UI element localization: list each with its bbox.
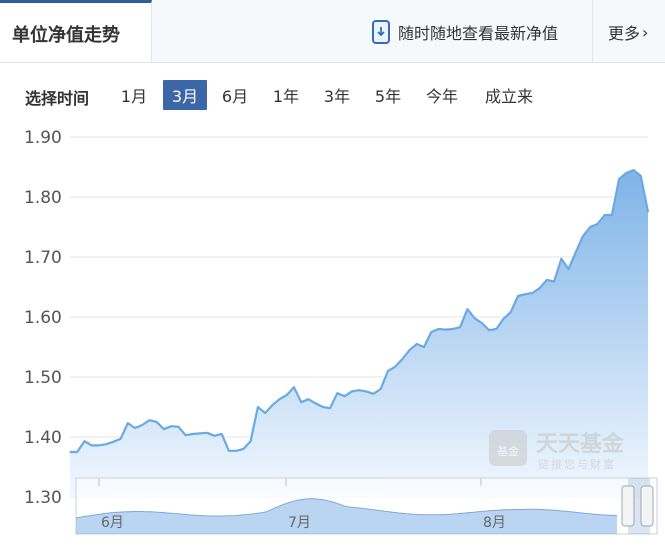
navigator-label: 8月 (483, 515, 506, 531)
nav-chart: 1.90 1.80 1.70 1.60 1.50 1.40 1.30 基金 天天基金链接您与财富… (24, 128, 658, 535)
data-point (372, 393, 374, 395)
data-point (575, 251, 577, 253)
data-point (474, 317, 476, 319)
data-point (69, 451, 71, 453)
data-point (235, 450, 237, 452)
navigator-label: 6月 (101, 515, 124, 531)
data-point (596, 223, 599, 225)
data-point (286, 394, 288, 396)
data-point (437, 328, 440, 330)
watermark-logo-text: 基金 (497, 444, 519, 458)
data-point (380, 388, 382, 390)
y-tick-label: 1.30 (24, 488, 62, 508)
data-point (488, 329, 490, 331)
data-point (199, 432, 201, 434)
data-point (127, 422, 129, 424)
watermark: 基金 天天基金链接您与财富 (489, 430, 625, 471)
data-point (416, 343, 418, 345)
data-point (560, 258, 562, 260)
data-point (647, 211, 649, 213)
watermark-slogan: 链接您与财富 (538, 457, 616, 471)
data-point (293, 386, 295, 388)
data-point (632, 169, 635, 171)
navigator-handle-left[interactable] (621, 485, 635, 527)
data-point (618, 178, 620, 180)
data-point (546, 279, 548, 281)
data-point (315, 402, 317, 404)
data-point (177, 426, 179, 428)
y-tick-label: 1.90 (24, 128, 62, 148)
data-point (91, 444, 93, 446)
data-point (351, 390, 353, 392)
data-point (409, 349, 411, 351)
data-point (336, 392, 338, 394)
data-point (531, 292, 534, 294)
y-tick-label: 1.50 (24, 368, 62, 388)
data-point (76, 451, 78, 453)
data-point (278, 398, 281, 400)
data-point (250, 440, 252, 442)
data-point (625, 172, 627, 174)
data-point (466, 308, 468, 310)
data-point (120, 438, 122, 440)
data-point (394, 366, 396, 368)
watermark-brand: 天天基金 (536, 431, 625, 457)
data-point (264, 412, 266, 414)
data-point (206, 432, 208, 434)
data-point (344, 395, 346, 397)
data-point (228, 450, 230, 452)
data-point (221, 433, 223, 435)
data-point (141, 424, 143, 426)
data-point (430, 331, 432, 333)
data-point (445, 329, 447, 331)
data-point (300, 401, 302, 403)
data-point (185, 434, 187, 436)
data-point (105, 443, 107, 445)
y-tick-label: 1.60 (24, 308, 62, 328)
data-point (98, 444, 100, 446)
data-point (510, 311, 512, 313)
data-point (134, 427, 136, 429)
data-point (539, 287, 541, 289)
data-point (604, 214, 606, 216)
data-point (459, 326, 461, 328)
data-point (213, 435, 216, 437)
data-point (358, 389, 360, 391)
y-tick-label: 1.40 (24, 428, 62, 448)
data-point (452, 328, 454, 330)
data-point (242, 448, 244, 450)
data-point (423, 346, 425, 348)
data-point (611, 214, 613, 216)
data-point (524, 293, 526, 295)
y-tick-label: 1.80 (24, 188, 62, 208)
fund-nav-widget: 单位净值走势 随时随地查看最新净值 更多 › 选择时间 1月 3月 6月 1年 … (0, 0, 665, 558)
navigator-handle-right[interactable] (640, 485, 654, 527)
data-point (502, 318, 505, 320)
data-point (83, 440, 86, 442)
data-point (365, 390, 367, 392)
data-point (163, 428, 165, 430)
data-point (387, 370, 389, 372)
data-point (329, 407, 331, 409)
data-point (495, 328, 497, 330)
data-point (322, 406, 324, 408)
data-point (170, 425, 172, 427)
data-point (148, 419, 151, 421)
data-point (481, 322, 483, 324)
data-point (192, 433, 194, 435)
data-point (553, 281, 555, 283)
data-point (307, 398, 309, 400)
data-point (156, 421, 158, 423)
data-point (640, 175, 642, 177)
data-point (517, 295, 519, 297)
data-point (257, 406, 259, 408)
data-point (112, 441, 114, 443)
y-tick-label: 1.70 (24, 248, 62, 268)
data-point (401, 358, 403, 360)
data-point (567, 268, 570, 270)
navigator-label: 7月 (288, 515, 311, 531)
data-point (589, 226, 591, 228)
data-point (271, 404, 273, 406)
data-point (582, 235, 584, 237)
